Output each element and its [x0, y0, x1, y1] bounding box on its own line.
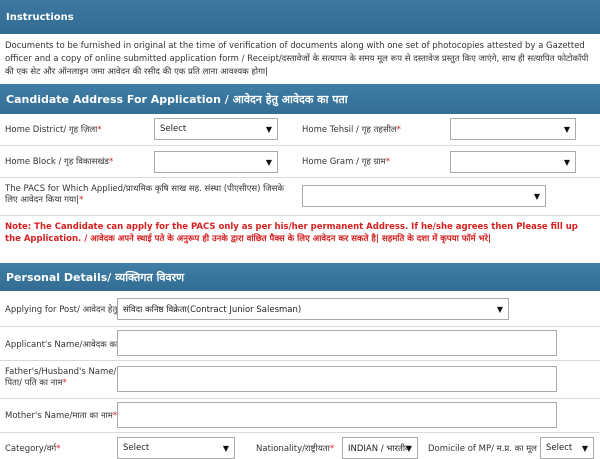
- pacs-label: The PACS for Which Applied/प्राथमिक कृषि…: [5, 184, 284, 205]
- chevron-down-icon: ▼: [496, 305, 503, 314]
- personal-section-title: Personal Details/ व्यक्तिगत विवरण: [6, 270, 185, 284]
- address-section-title: Candidate Address For Application / आवेद…: [6, 92, 348, 106]
- mother-name-label: Mother's Name/माता का नाम*: [5, 411, 118, 421]
- home-gram-label: Home Gram / गृह ग्राम*: [302, 157, 390, 167]
- applicant-name-input[interactable]: [117, 330, 557, 356]
- category-select[interactable]: Select ▼: [117, 437, 235, 459]
- instructions-text: Documents to be furnished in original at…: [5, 41, 589, 77]
- home-district-label: Home District/ गृह ज़िला*: [5, 125, 102, 135]
- post-select[interactable]: संविदा कनिष्ठ विक्रेता(Contract Junior S…: [117, 298, 509, 320]
- home-gram-select[interactable]: ▼: [450, 151, 576, 173]
- home-block-label: Home Block / गृह विकासखंड*: [5, 157, 114, 167]
- home-block-select[interactable]: ▼: [154, 151, 278, 173]
- chevron-down-icon: ▼: [265, 125, 272, 134]
- chevron-down-icon: ▼: [563, 158, 570, 167]
- chevron-down-icon: ▼: [405, 444, 412, 453]
- domicile-value: Select: [546, 443, 573, 453]
- address-section-header: Candidate Address For Application / आवेद…: [0, 84, 600, 114]
- chevron-down-icon: ▼: [265, 158, 272, 167]
- pacs-select[interactable]: ▼: [302, 185, 546, 207]
- personal-section-header: Personal Details/ व्यक्तिगत विवरण: [0, 263, 600, 291]
- home-tehsil-select[interactable]: ▼: [450, 118, 576, 140]
- instructions-header: Instructions: [0, 0, 600, 34]
- nationality-value: INDIAN / भारतीय: [348, 443, 410, 454]
- post-label: Applying for Post/ आवेदन हेतु पद: [5, 305, 130, 315]
- chevron-down-icon: ▼: [581, 444, 588, 453]
- post-value: संविदा कनिष्ठ विक्रेता(Contract Junior S…: [123, 304, 302, 315]
- home-tehsil-label: Home Tehsil / गृह तहसील*: [302, 125, 401, 135]
- chevron-down-icon: ▼: [563, 125, 570, 134]
- nationality-select[interactable]: INDIAN / भारतीय ▼: [342, 437, 418, 459]
- chevron-down-icon: ▼: [222, 444, 229, 453]
- address-note: Note: The Candidate can apply for the PA…: [5, 222, 578, 244]
- instructions-title: Instructions: [6, 11, 74, 23]
- chevron-down-icon: ▼: [533, 192, 540, 201]
- category-value: Select: [123, 443, 150, 453]
- mother-name-input[interactable]: [117, 402, 557, 428]
- home-district-select[interactable]: Select ▼: [154, 118, 278, 140]
- home-district-value: Select: [160, 124, 187, 134]
- father-name-label: Father's/Husband's Name/पिता/ पति का नाम…: [5, 367, 117, 388]
- father-name-input[interactable]: [117, 366, 557, 392]
- domicile-select[interactable]: Select ▼: [540, 437, 594, 459]
